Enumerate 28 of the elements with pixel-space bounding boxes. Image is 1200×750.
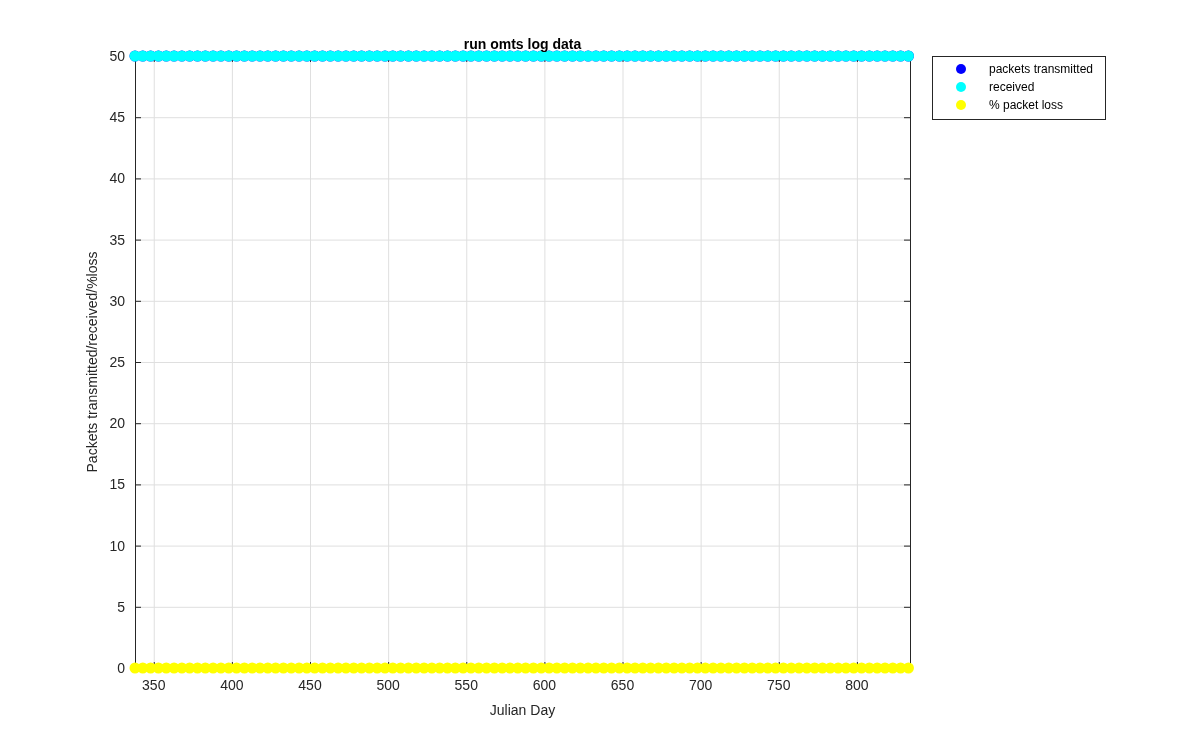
y-tick-label: 25 — [109, 354, 125, 370]
x-tick-label: 700 — [688, 677, 713, 693]
legend-label: % packet loss — [989, 98, 1064, 112]
y-tick-label: 15 — [109, 476, 125, 493]
x-axis-label: Julian Day — [489, 702, 556, 718]
legend-label: packets transmitted — [989, 62, 1094, 76]
y-tick-label: 10 — [109, 537, 125, 554]
x-tick-label: 500 — [376, 677, 400, 693]
y-tick-label: 40 — [109, 170, 125, 187]
legend-label: received — [989, 80, 1035, 94]
x-tick-label: 350 — [142, 677, 166, 693]
y-axis-label: Packets transmitted/received/%loss — [84, 251, 100, 473]
y-tick-label: 5 — [117, 598, 125, 615]
data-point — [902, 662, 914, 674]
y-tick-label: 0 — [117, 660, 125, 676]
y-tick-label: 50 — [109, 48, 125, 64]
x-tick-label: 600 — [532, 677, 557, 693]
x-tick-label: 800 — [845, 677, 869, 693]
y-tick-label: 20 — [109, 415, 125, 432]
y-tick-label: 35 — [109, 231, 125, 248]
y-tick-label: 30 — [109, 292, 125, 309]
x-tick-label: 450 — [298, 677, 322, 693]
chart-title: run omts log data — [463, 36, 582, 52]
x-tick-label: 650 — [610, 677, 635, 693]
x-tick-label: 400 — [220, 677, 244, 693]
y-tick-label: 45 — [109, 109, 125, 126]
x-tick-label: 550 — [454, 677, 478, 693]
x-tick-label: 750 — [767, 677, 791, 693]
